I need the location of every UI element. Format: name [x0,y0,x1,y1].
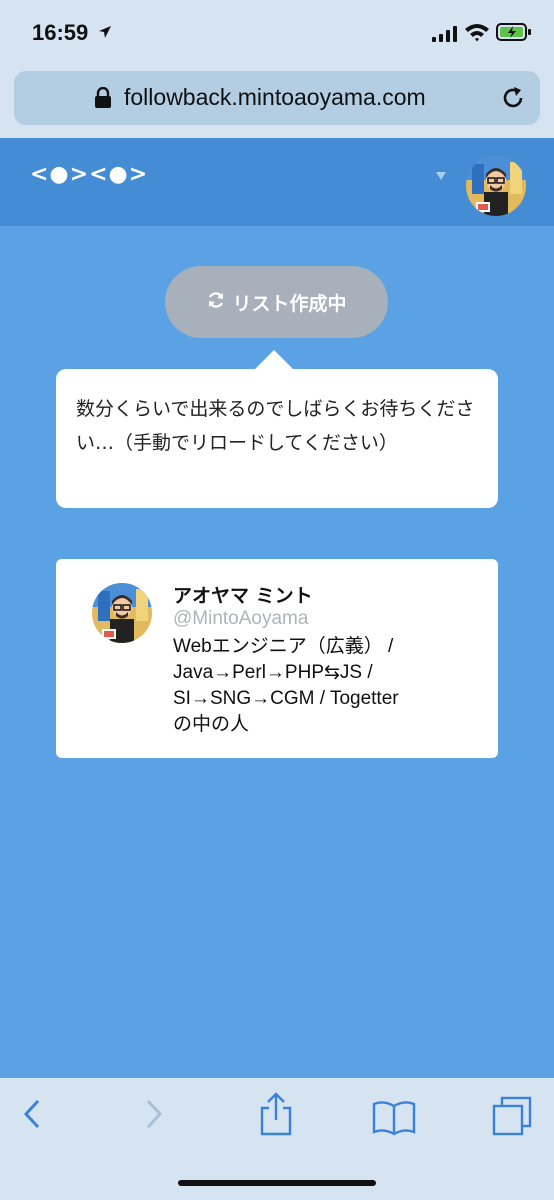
back-icon[interactable] [20,1098,44,1134]
bio-line: SI→SNG→CGM / Togetter [173,688,399,709]
wifi-icon [464,22,490,46]
avatar[interactable] [466,156,526,216]
bio-line: Java→Perl→PHP⇆JS / [173,662,373,683]
signal-icon [432,26,458,46]
profile-handle[interactable]: @MintoAoyama [173,608,308,630]
refresh-icon [206,290,226,315]
bookmarks-icon[interactable] [372,1100,416,1140]
app-header: <●><●> [0,138,554,226]
lock-icon [94,86,112,113]
url-text[interactable]: followback.mintoaoyama.com [124,84,426,111]
profile-bio: Webエンジニア（広義） / Java→Perl→PHP⇆JS / SI→SNG… [173,634,473,738]
status-label: リスト作成中 [232,292,347,315]
browser-url-area: followback.mintoaoyama.com [0,66,554,138]
address-bar[interactable]: followback.mintoaoyama.com [14,71,540,125]
profile-name: アオヤマ ミント [173,585,313,607]
profile-card[interactable]: アオヤマ ミント @MintoAoyama Webエンジニア（広義） / Jav… [56,559,498,758]
status-badge: リスト作成中 [165,266,388,338]
forward-icon[interactable] [142,1098,166,1134]
clock: 16:59 [32,20,89,45]
home-indicator [178,1180,376,1186]
bio-line: Webエンジニア（広義） / [173,636,394,657]
site-logo[interactable]: <●><●> [30,162,148,187]
tabs-icon[interactable] [492,1096,532,1140]
battery-icon [496,22,532,46]
avatar[interactable] [92,583,152,643]
chevron-down-icon[interactable] [436,172,446,180]
location-arrow-icon [98,24,112,43]
bio-line: の中の人 [173,714,250,735]
bubble-pointer [254,350,294,370]
status-bar: 16:59 [0,0,554,66]
reload-icon[interactable] [500,85,526,115]
notice-bubble: 数分くらいで出来るのでしばらくお待ちください…（手動でリロードしてください） [56,369,498,508]
notice-text: 数分くらいで出来るのでしばらくお待ちください…（手動でリロードしてください） [76,398,475,454]
share-icon[interactable] [258,1092,294,1140]
